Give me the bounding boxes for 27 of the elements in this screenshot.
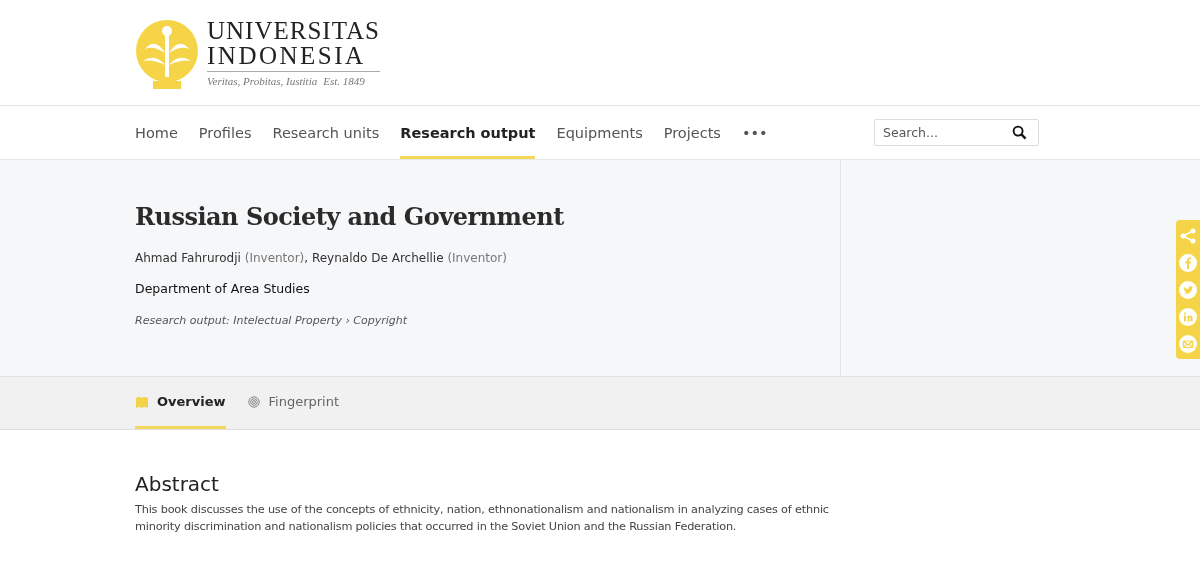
tab[interactable]: Overview [135,377,226,429]
twitter-icon[interactable] [1179,280,1197,299]
logo-motto: Veritas, Probitas, Iustitia [207,75,318,87]
tab[interactable]: Fingerprint [246,377,340,429]
search-icon[interactable] [1012,125,1027,140]
more-menu[interactable]: ••• [741,106,768,159]
nav-link[interactable]: Home [135,106,178,159]
department-link[interactable]: Department of Area Studies [135,281,840,296]
nav-link[interactable]: Research units [272,106,380,159]
nav-link[interactable]: Profiles [198,106,252,159]
page-title: Russian Society and Government [135,202,565,231]
fingerprint-icon [246,394,261,409]
nav-link[interactable]: Equipments [556,106,643,159]
share-icon[interactable] [1179,226,1197,245]
logo-established: Est. 1849 [323,75,365,87]
logo-name: UNIVERSITAS [207,18,380,43]
book-icon [135,394,149,409]
output-type: Research output: Intelectual Property › Copyright [135,314,409,327]
abstract-text: This book discusses the use of the concepts of ethnicity, nation, ethnonationalism and nationalism in analyzing cases of ethnic minority discrimination and nationalism policies that occurred in the Soviet Union and the Russian Federation. [135,502,830,535]
facebook-icon[interactable] [1179,253,1197,272]
nav-link[interactable]: Projects [663,106,721,159]
email-icon[interactable] [1179,334,1197,353]
logo-name: INDONESIA [207,43,367,68]
linkedin-icon[interactable] [1179,307,1197,326]
author-list: Ahmad Fahrurodji (Inventor), Reynaldo De Archellie (Inventor) [135,251,840,265]
search-field[interactable]: Search... [874,119,1039,146]
section-heading: Abstract [135,472,220,496]
